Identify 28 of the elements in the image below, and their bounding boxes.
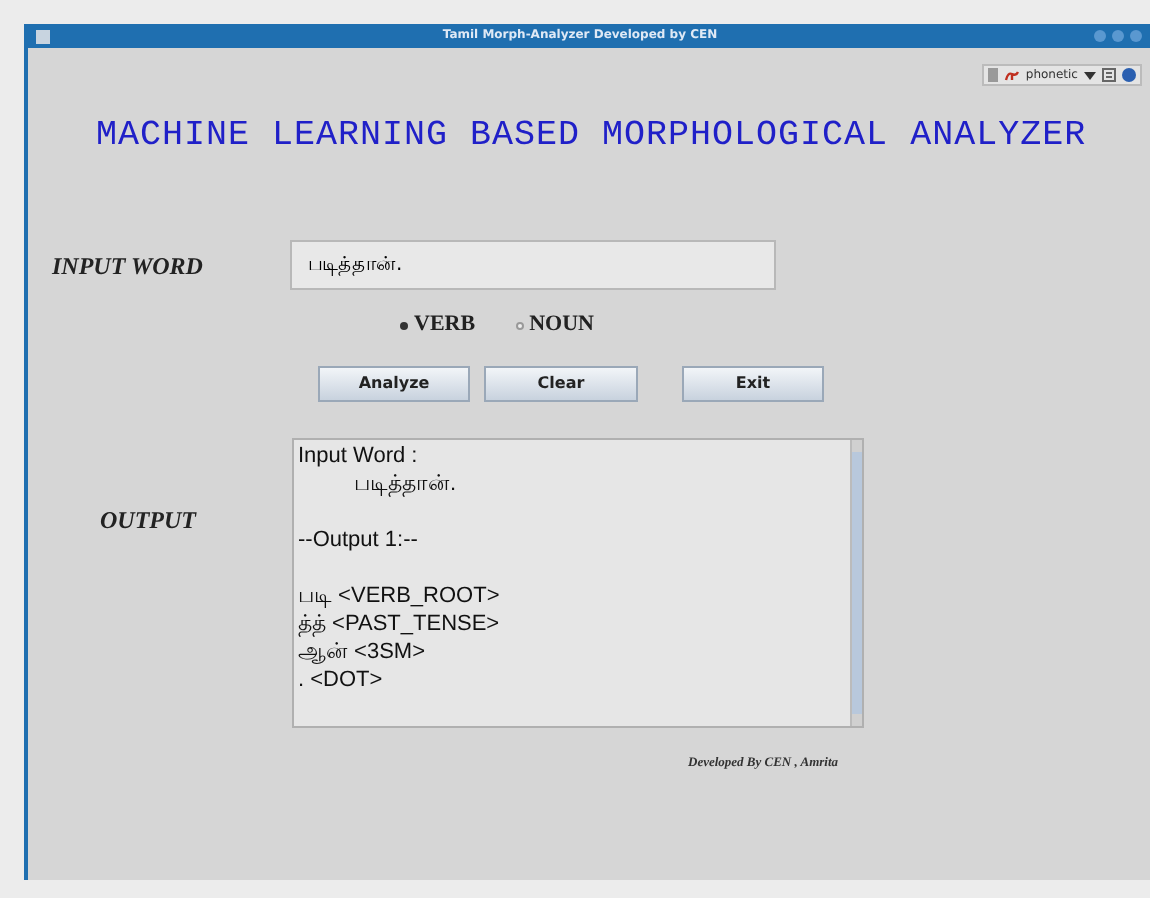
radio-option[interactable]: VERB [400, 308, 476, 342]
grip-icon [987, 68, 998, 82]
help-icon[interactable] [1122, 68, 1136, 82]
output-line: ஆன் <3SM> [298, 637, 428, 666]
minimize-icon[interactable] [1094, 30, 1106, 42]
radio-option[interactable]: NOUN [515, 308, 594, 342]
maximize-icon[interactable] [1112, 30, 1124, 42]
output-line: த்த் <PAST_TENSE> [298, 609, 502, 638]
page-heading: MACHINE LEARNING BASED MORPHOLOGICAL ANALYZER [96, 116, 1087, 156]
app-icon [36, 29, 50, 43]
scrollbar[interactable] [850, 439, 862, 726]
output-text-area[interactable]: Input Word : படித்தான். --Output 1:-- படி <VERB_ROOT> த்த் <PAST_TENSE> ஆன் <3SM> . <DOT> [292, 437, 864, 728]
scrollbar-thumb[interactable] [852, 451, 862, 714]
output-line: Input Word : [298, 441, 420, 470]
output-line: படி <VERB_ROOT> [298, 581, 502, 610]
caret-icon[interactable] [1084, 69, 1096, 81]
output-line: --Output 1:-- [298, 525, 420, 554]
output-line: . <DOT> [298, 665, 385, 694]
action-button[interactable]: Analyze [318, 365, 470, 402]
action-button[interactable]: Exit [682, 365, 824, 402]
input-field[interactable]: படித்தான். [290, 240, 776, 291]
action-button[interactable]: Clear [484, 365, 638, 402]
menu-icon[interactable] [1102, 68, 1116, 82]
output-label: OUTPUT [100, 503, 199, 538]
script-icon [1003, 69, 1020, 81]
close-icon[interactable] [1130, 30, 1142, 42]
output-line: படித்தான். [352, 469, 459, 498]
input-word-label: INPUT WORD [52, 249, 205, 284]
